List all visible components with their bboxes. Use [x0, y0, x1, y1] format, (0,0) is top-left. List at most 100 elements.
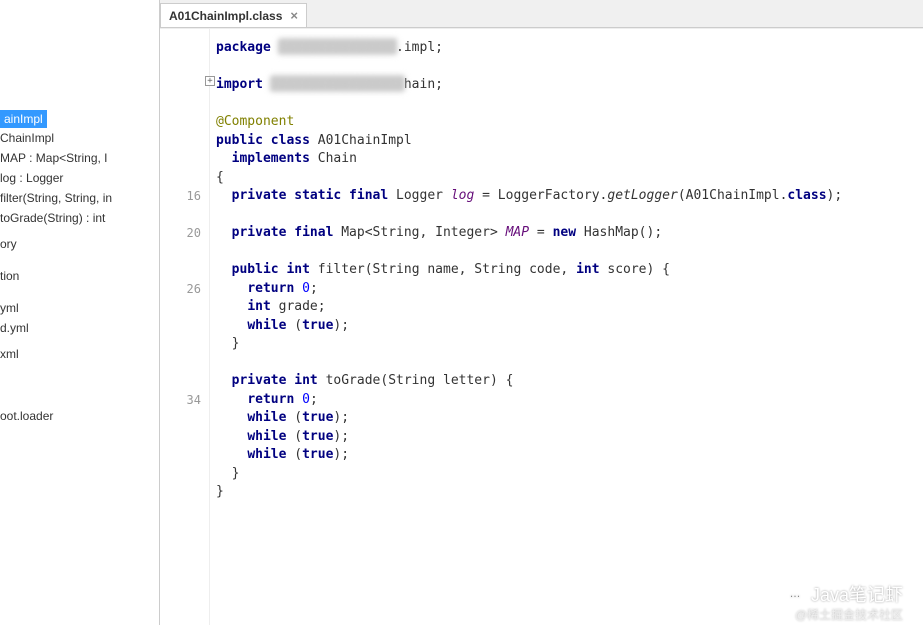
- kw-while: while: [247, 447, 286, 462]
- sidebar-item[interactable]: log : Logger: [0, 168, 159, 188]
- sidebar-item[interactable]: filter(String, String, in: [0, 188, 159, 208]
- var: grade;: [279, 299, 326, 314]
- gutter-line: [160, 169, 201, 188]
- params: (String name, String code,: [365, 262, 569, 277]
- type: Logger: [396, 188, 443, 203]
- editor-body: + 16 20 26 34: [160, 28, 923, 625]
- kw-true: true: [302, 410, 333, 425]
- type: Map<String, Integer>: [341, 225, 498, 240]
- editor-tab[interactable]: A01ChainImpl.class ×: [160, 3, 307, 27]
- kw-private-static-final: private static final: [232, 188, 389, 203]
- kw-while: while: [247, 410, 286, 425]
- kw-import: import: [216, 77, 263, 92]
- gutter-line: [160, 150, 201, 169]
- gutter-line: 20: [160, 224, 201, 243]
- sidebar-item-selected[interactable]: ainImpl: [0, 110, 47, 128]
- params-end: score) {: [607, 262, 670, 277]
- params: (String letter) {: [380, 373, 513, 388]
- kw-while: while: [247, 318, 286, 333]
- gutter-line: [160, 483, 201, 502]
- redacted-text: ▓▓▓▓▓▓▓▓▓▓▓▓▓▓▓▓▓: [271, 77, 404, 92]
- class-ref: LoggerFactory: [498, 188, 600, 203]
- gutter-line: [160, 113, 201, 132]
- kw-private-final: private final: [232, 225, 334, 240]
- brace: }: [216, 484, 224, 499]
- sidebar-item[interactable]: ory: [0, 234, 159, 254]
- gutter-line: [160, 58, 201, 77]
- semi: ;: [310, 392, 318, 407]
- tab-label: A01ChainImpl.class: [169, 9, 282, 23]
- watermark: … Java笔记虾: [785, 581, 903, 607]
- kw-true: true: [302, 447, 333, 462]
- structure-sidebar: ainImpl ChainImpl MAP : Map<String, I lo…: [0, 0, 160, 625]
- sidebar-item[interactable]: ChainImpl: [0, 128, 159, 148]
- gutter-line: [160, 76, 201, 95]
- end: );: [333, 447, 349, 462]
- editor-area: A01ChainImpl.class × + 16 20 26: [160, 0, 923, 625]
- fold-icon[interactable]: +: [205, 76, 215, 86]
- kw-true: true: [302, 429, 333, 444]
- gutter-line: [160, 428, 201, 447]
- gutter-line: [160, 206, 201, 225]
- code-content[interactable]: package ▓▓▓▓▓▓▓▓▓▓▓▓▓▓▓.impl; import ▓▓▓…: [210, 29, 923, 625]
- gutter-line: 34: [160, 391, 201, 410]
- args: (A01ChainImpl.: [678, 188, 788, 203]
- kw-class: class: [787, 188, 826, 203]
- gutter-line: [160, 335, 201, 354]
- brace: }: [232, 466, 240, 481]
- sidebar-item[interactable]: oot.loader: [0, 406, 159, 426]
- eq: =: [537, 225, 545, 240]
- app-root: ainImpl ChainImpl MAP : Map<String, I lo…: [0, 0, 923, 625]
- eq: =: [482, 188, 490, 203]
- end: );: [333, 318, 349, 333]
- watermark-text: Java笔记虾: [811, 581, 903, 607]
- gutter-line: [160, 39, 201, 58]
- sidebar-item[interactable]: toGrade(String) : int: [0, 208, 159, 228]
- number: 0: [302, 392, 310, 407]
- end: );: [333, 410, 349, 425]
- paren: (: [294, 447, 302, 462]
- gutter-line: [160, 95, 201, 114]
- gutter-line: [160, 317, 201, 336]
- sidebar-item[interactable]: yml: [0, 298, 159, 318]
- end: );: [333, 429, 349, 444]
- gutter-line: [160, 372, 201, 391]
- method-name: filter: [318, 262, 365, 277]
- paren: (: [294, 410, 302, 425]
- kw-new: new: [553, 225, 576, 240]
- gutter-line: [160, 446, 201, 465]
- brace: {: [216, 170, 224, 185]
- kw-true: true: [302, 318, 333, 333]
- gutter-line: [160, 465, 201, 484]
- gutter-line: [160, 243, 201, 262]
- sidebar-item[interactable]: d.yml: [0, 318, 159, 338]
- line-gutter: + 16 20 26 34: [160, 29, 210, 625]
- redacted-text: ▓▓▓▓▓▓▓▓▓▓▓▓▓▓▓: [279, 40, 396, 55]
- kw-while: while: [247, 429, 286, 444]
- gutter-line: 16: [160, 187, 201, 206]
- kw-implements: implements: [232, 151, 310, 166]
- method-name: toGrade: [326, 373, 381, 388]
- interface-name: Chain: [318, 151, 357, 166]
- code-text: hain;: [404, 77, 443, 92]
- close-icon[interactable]: ×: [290, 8, 298, 23]
- kw-package: package: [216, 40, 271, 55]
- kw-public-class: public class: [216, 133, 310, 148]
- sidebar-item[interactable]: xml: [0, 344, 159, 364]
- wechat-icon: …: [785, 584, 805, 604]
- sidebar-item[interactable]: tion: [0, 266, 159, 286]
- field-name: log: [451, 188, 474, 203]
- paren: (: [294, 318, 302, 333]
- gutter-line: 26: [160, 280, 201, 299]
- class-name: A01ChainImpl: [318, 133, 412, 148]
- kw-public-int: public int: [232, 262, 310, 277]
- gutter-line: [160, 132, 201, 151]
- semi: ;: [310, 281, 318, 296]
- gutter-line: [160, 261, 201, 280]
- kw-private-int: private int: [232, 373, 318, 388]
- sidebar-item[interactable]: MAP : Map<String, I: [0, 148, 159, 168]
- kw-int: int: [576, 262, 599, 277]
- gutter-line: [160, 354, 201, 373]
- number: 0: [302, 281, 310, 296]
- gutter-line: [160, 409, 201, 428]
